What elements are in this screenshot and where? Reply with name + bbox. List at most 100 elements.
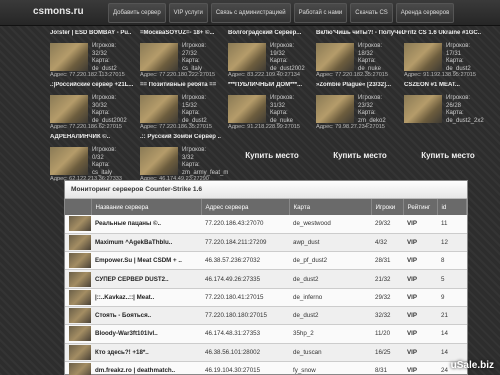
server-card-title[interactable]: Волгоградский Сервер... xyxy=(228,30,316,37)
server-card-title[interactable]: =МоскваSOYUZ=- 18+ ©... xyxy=(140,30,228,37)
server-card-info: Игроков: 30/32 Карта: de_dust2002 xyxy=(92,95,138,125)
server-card-title[interactable]: Fritz CS 1.6 Ukraine #1GC.. xyxy=(404,30,492,37)
col-thumb xyxy=(65,199,92,215)
players-label: Игроков: xyxy=(92,147,117,153)
map-label: Карта: xyxy=(92,110,110,116)
table-row[interactable]: dm.freakz.ro | deathmatch.. 46.19.104.30:… xyxy=(65,361,467,375)
server-card[interactable]: Волгоградский Сервер... Игроков: 19/32 Карт… xyxy=(228,30,316,80)
server-address: Адрес: 91.218.228.99:27015 xyxy=(228,124,316,130)
server-rating: VIP xyxy=(407,312,417,320)
row-thumbnail xyxy=(65,306,91,324)
server-card-info: Игроков: 27/32 Карта: cs_italy xyxy=(182,43,228,73)
server-name[interactable]: СУПЕР СЕРВЕР DUST2.. xyxy=(91,270,201,288)
map-thumbnail xyxy=(140,147,178,175)
server-card[interactable]: »Zombie Plague« [23/32]... Игроков: 23/32 К… xyxy=(316,82,404,132)
table-row[interactable]: Стоять - Бояться.. 77.220.180.180:27015 de… xyxy=(65,306,467,325)
server-card[interactable]: == Позитивные ребята == Игроков: 15/32 Карт… xyxy=(140,82,228,132)
server-id: 8 xyxy=(441,257,445,265)
server-card-info: Игроков: 23/32 Карта: zm_deko2 xyxy=(358,95,404,125)
server-id: 12 xyxy=(441,238,448,246)
nav-work-with-us[interactable]: Работай с нами xyxy=(293,3,348,23)
server-card[interactable]: АДРЕНАЛИНЧИК ©.. Игроков: 0/32 Карта: cs_ita… xyxy=(50,134,138,184)
map-thumbnail xyxy=(69,216,91,232)
table-row[interactable]: |::..Kavkaz..::| Meat.. 77.220.180.41:270… xyxy=(65,288,467,307)
server-card[interactable]: Jo!ster | ESD BOMBAY - Pu.. Игроков: 32/32… xyxy=(50,30,138,80)
nav-vip-services[interactable]: VIP услуги xyxy=(168,3,208,23)
nav-contact-admin[interactable]: Связь с администрацией xyxy=(210,3,291,23)
server-card-title[interactable]: == Позитивные ребята == xyxy=(140,82,228,89)
table-row[interactable]: Bloody-War3ft101lvl.. 46.174.48.31:27353 3… xyxy=(65,325,467,344)
server-card-title[interactable]: .:: Русский Зомби Сервер .. xyxy=(140,134,228,141)
players-value: 32/32 xyxy=(92,50,108,57)
server-monitor: Мониторинг серверов Counter-Strike 1.6 Н… xyxy=(64,180,468,375)
buy-place-button[interactable]: Купить место xyxy=(404,146,492,166)
server-card[interactable]: .:: Русский Зомби Сервер ..Игроков: 3/32 К… xyxy=(140,134,228,184)
map-label: Карта: xyxy=(270,58,288,64)
table-row[interactable]: СУПЕР СЕРВЕР DUST2.. 46.174.49.26:27335 de… xyxy=(65,269,467,289)
map-thumbnail xyxy=(50,147,88,175)
server-id: 11 xyxy=(441,220,448,228)
server-card[interactable]: ***ПУБЛИЧНЫЙ ДОМ***... Игроков: 31/32 Карта… xyxy=(228,82,316,132)
server-name[interactable]: |::..Kavkaz..::| Meat.. xyxy=(91,288,201,306)
server-name[interactable]: Реальные пацаны ©.. xyxy=(91,215,201,233)
buy-place-button[interactable]: Купить место xyxy=(228,146,316,166)
server-card-info: Игроков: 19/32 Карта: de_dust2002 xyxy=(270,43,316,73)
server-card-info: Игроков: 3/32 Карта: zm_army_feat_m xyxy=(182,147,228,177)
players-value: 26/28 xyxy=(446,102,462,109)
players-value: 18/32 xyxy=(358,50,374,57)
server-card-title[interactable]: CSZEON #1 MEAT... xyxy=(404,82,492,89)
nav-download-cs[interactable]: Скачать CS xyxy=(350,3,393,23)
watermark: uSale.biz xyxy=(450,360,494,371)
server-id: 5 xyxy=(441,275,445,283)
server-address: 46.38.56.101:28002 xyxy=(205,348,261,356)
server-address: Адрес: 77.220.182.113:27015 xyxy=(50,72,138,78)
col-id[interactable]: id xyxy=(437,199,467,215)
server-card[interactable]: Fritz CS 1.6 Ukraine #1GC.. Игроков: 17/31… xyxy=(404,30,492,80)
table-row[interactable]: Empower.Su | Meat CSDM + .. 46.38.57.236:… xyxy=(65,252,467,270)
table-row[interactable]: Maximum ^AgekBaThblu.. 77.220.184.211:272… xyxy=(65,233,467,252)
server-name[interactable]: Кто здесь?! +18*.. xyxy=(91,343,201,361)
buy-place-button[interactable]: Купить место xyxy=(316,146,404,166)
server-card-title[interactable]: АДРЕНАЛИНЧИК ©.. xyxy=(50,134,138,141)
col-map[interactable]: Карта xyxy=(289,199,372,215)
server-name[interactable]: Maximum ^AgekBaThblu.. xyxy=(91,233,201,251)
server-card-title[interactable]: ***ПУБЛИЧНЫЙ ДОМ***... xyxy=(228,82,316,89)
table-row[interactable]: Реальные пацаны ©.. 77.220.186.43:27070 de… xyxy=(65,215,467,234)
server-name[interactable]: Bloody-War3ft101lvl.. xyxy=(91,325,201,343)
server-name[interactable]: Empower.Su | Meat CSDM + .. xyxy=(91,252,201,270)
server-rating: VIP xyxy=(407,293,417,301)
players-value: 30/32 xyxy=(92,102,108,109)
players-value: 23/32 xyxy=(358,102,374,109)
server-card-title[interactable]: ВкЛю'Чишь читы?! - ПоЛуЧеШь.. xyxy=(316,30,404,37)
server-card[interactable]: ВкЛю'Чишь читы?! - ПоЛуЧеШь.. Игроков:18/… xyxy=(316,30,404,80)
server-address: 77.220.180.180:27015 xyxy=(205,312,267,320)
players-label: Игроков: xyxy=(358,43,383,49)
nav-server-rental[interactable]: Аренда серверов xyxy=(395,3,455,23)
server-players: 16/25 xyxy=(375,348,391,356)
players-value: 17/31 xyxy=(446,50,462,57)
server-card[interactable]: =МоскваSOYUZ=- 18+ ©... Игроков: 27/32 Карт… xyxy=(140,30,228,80)
server-card[interactable]: .:|Российские сервер +21L... Игроков: 30/3… xyxy=(50,82,138,132)
col-name[interactable]: Название сервера xyxy=(91,199,202,215)
nav-add-server[interactable]: Добавить сервер xyxy=(108,3,166,23)
site-logo[interactable]: csmons.ru xyxy=(33,6,84,17)
server-card[interactable]: CSZEON #1 MEAT... Игроков: 26/28 Карта: de_d… xyxy=(404,82,492,132)
col-rating[interactable]: Рейтинг xyxy=(403,199,438,215)
server-card-title[interactable]: »Zombie Plague« [23/32]... xyxy=(316,82,404,89)
server-players: 21/32 xyxy=(375,275,391,283)
server-card-title[interactable]: Jo!ster | ESD BOMBAY - Pu.. xyxy=(50,30,138,37)
col-address[interactable]: Адрес сервера xyxy=(201,199,290,215)
server-name[interactable]: Стоять - Бояться.. xyxy=(91,306,201,324)
row-thumbnail xyxy=(65,325,91,343)
players-label: Игроков: xyxy=(270,43,295,49)
server-map: 35hp_2 xyxy=(293,330,314,338)
server-players: 29/32 xyxy=(375,293,391,301)
server-card-title[interactable]: .:|Российские сервер +21L... xyxy=(50,82,138,89)
col-players[interactable]: Игроки xyxy=(371,199,404,215)
players-label: Игроков: xyxy=(446,43,471,49)
map-label: Карта: xyxy=(182,162,200,168)
server-map: de_dust2 xyxy=(293,312,319,320)
map-thumbnail xyxy=(69,253,91,269)
server-name[interactable]: dm.freakz.ro | deathmatch.. xyxy=(91,361,201,375)
table-row[interactable]: Кто здесь?! +18*.. 46.38.56.101:28002 de_t… xyxy=(65,343,467,362)
